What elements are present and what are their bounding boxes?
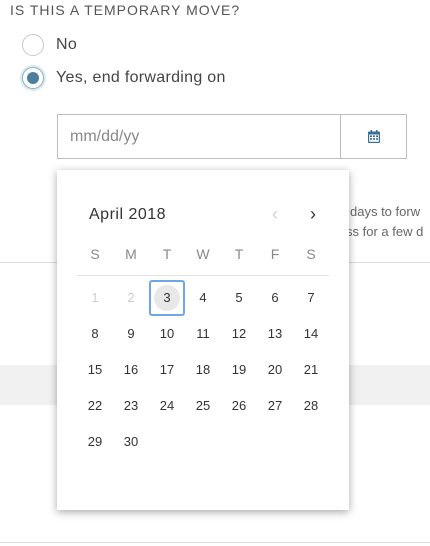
calendar-day[interactable]: 29 bbox=[77, 424, 113, 460]
weekday-divider bbox=[77, 275, 329, 276]
radio-no[interactable] bbox=[22, 34, 44, 56]
calendar-day[interactable]: 11 bbox=[185, 316, 221, 352]
calendar-day[interactable]: 14 bbox=[293, 316, 329, 352]
calendar-day[interactable]: 15 bbox=[77, 352, 113, 388]
end-date-input[interactable] bbox=[57, 114, 340, 159]
radio-option-no[interactable]: No bbox=[22, 34, 77, 56]
calendar-day[interactable]: 26 bbox=[221, 388, 257, 424]
calendar-day[interactable]: 30 bbox=[113, 424, 149, 460]
calendar-day[interactable]: 8 bbox=[77, 316, 113, 352]
radio-no-label: No bbox=[56, 36, 78, 53]
radio-option-yes[interactable]: Yes, end forwarding on bbox=[22, 67, 226, 89]
calendar-day[interactable]: 28 bbox=[293, 388, 329, 424]
weekday-header: S bbox=[90, 246, 100, 262]
radio-yes[interactable] bbox=[22, 67, 44, 89]
calendar-button[interactable] bbox=[340, 114, 407, 159]
prev-month-icon[interactable]: ‹ bbox=[266, 204, 284, 224]
calendar-icon bbox=[367, 130, 380, 143]
calendar-day[interactable]: 22 bbox=[77, 388, 113, 424]
calendar-day[interactable]: 10 bbox=[149, 316, 185, 352]
calendar-day[interactable]: 17 bbox=[149, 352, 185, 388]
calendar-day[interactable]: 20 bbox=[257, 352, 293, 388]
weekday-header: T bbox=[162, 246, 172, 262]
calendar-day[interactable]: 6 bbox=[257, 280, 293, 316]
calendar-day[interactable]: 9 bbox=[113, 316, 149, 352]
calendar-day-today[interactable]: 3 bbox=[149, 280, 185, 316]
background-help-text-1: days to forw bbox=[350, 204, 421, 219]
weekday-header: F bbox=[270, 246, 280, 262]
calendar-day[interactable]: 5 bbox=[221, 280, 257, 316]
calendar-day[interactable]: 23 bbox=[113, 388, 149, 424]
date-picker-popup: April 2018 ‹ › SMTWTFS 1 2 3 4 5 6 7 8 9 10 11 12 13… bbox=[57, 170, 349, 510]
calendar-day[interactable]: 18 bbox=[185, 352, 221, 388]
calendar-day[interactable]: 25 bbox=[185, 388, 221, 424]
calendar-day[interactable]: 16 bbox=[113, 352, 149, 388]
weekday-header: T bbox=[234, 246, 244, 262]
month-title: April 2018 bbox=[89, 206, 167, 223]
weekday-header: S bbox=[306, 246, 316, 262]
radio-yes-label: Yes, end forwarding on bbox=[56, 69, 226, 86]
calendar-day[interactable]: 4 bbox=[185, 280, 221, 316]
weekday-header: W bbox=[196, 246, 210, 262]
calendar-day[interactable]: 7 bbox=[293, 280, 329, 316]
calendar-day[interactable]: 12 bbox=[221, 316, 257, 352]
calendar-day[interactable]: 24 bbox=[149, 388, 185, 424]
calendar-day: 1 bbox=[91, 290, 99, 305]
calendar-day[interactable]: 13 bbox=[257, 316, 293, 352]
calendar-day[interactable]: 21 bbox=[293, 352, 329, 388]
background-help-text-2: ss for a few d bbox=[346, 224, 424, 239]
weekday-header: M bbox=[125, 246, 137, 262]
today-highlight: 3 bbox=[154, 285, 180, 311]
calendar-day[interactable]: 19 bbox=[221, 352, 257, 388]
bottom-divider bbox=[0, 542, 430, 543]
next-month-icon[interactable]: › bbox=[304, 204, 322, 224]
calendar-day[interactable]: 27 bbox=[257, 388, 293, 424]
calendar-day: 2 bbox=[127, 290, 135, 305]
temporary-move-question: IS THIS A TEMPORARY MOVE? bbox=[10, 2, 241, 18]
